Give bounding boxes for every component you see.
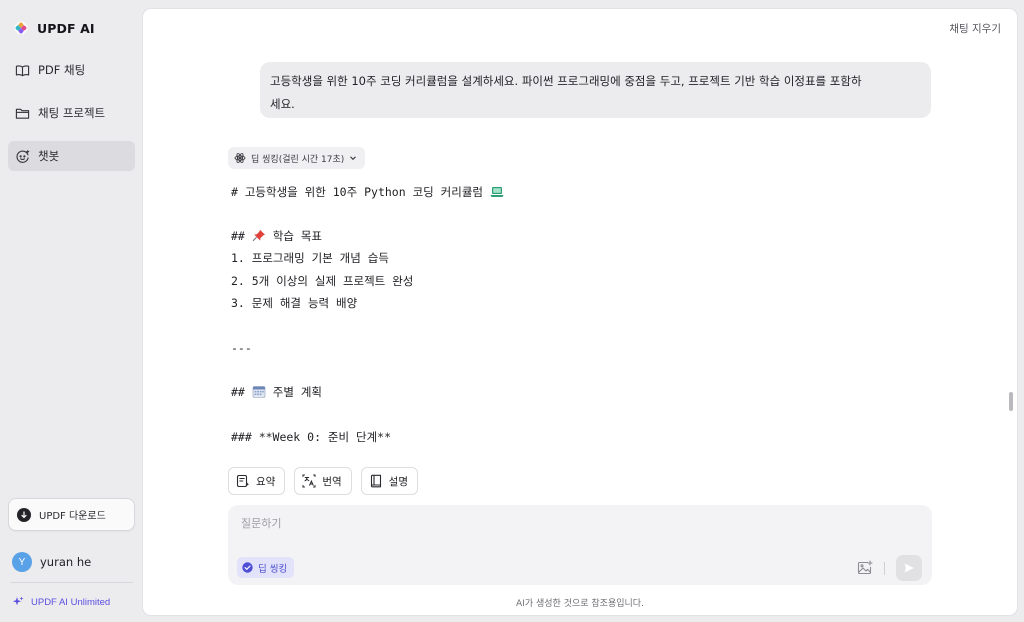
send-button[interactable] [896,555,922,581]
heading-prefix: ## [231,385,245,399]
deep-thinking-toggle-label: 딥 씽킹 [258,563,288,575]
message-composer: 딥 씽킹 [228,505,932,585]
sidebar-item-label: 채팅 프로젝트 [38,106,106,120]
calendar-emoji-icon [252,384,266,404]
divider [10,582,133,583]
scrollbar-thumb[interactable] [1009,392,1013,411]
goal-item: 2. 5개 이상의 실제 프로젝트 완성 [231,274,414,288]
translate-label: 번역 [322,475,342,488]
sidebar-item-chat-project[interactable]: 채팅 프로젝트 [8,98,135,128]
user-message-line: 세요. [270,97,295,111]
chat-panel: 채팅 지우기 고등학생을 위한 10주 코딩 커리큘럼을 설계하세요. 파이썬 … [143,9,1017,615]
brand-name: UPDF AI [37,20,95,36]
goals-heading-line: ## 학습 목표 [231,226,322,246]
sparkle-icon [12,596,24,606]
week0-heading: ### **Week 0: 준비 단계** [231,430,392,444]
download-button[interactable]: UPDF 다운로드 [8,498,135,531]
summarize-label: 요약 [256,475,276,488]
brand[interactable]: UPDF AI [12,18,95,38]
book-open-icon [15,64,30,76]
chatbot-icon [16,149,30,163]
summary-icon [236,474,250,488]
goal-item: 3. 문제 해결 능력 배양 [231,296,358,310]
updf-logo-icon [13,20,29,36]
download-label: UPDF 다운로드 [39,511,106,522]
plan-heading: 주별 계획 [272,385,322,399]
explain-label: 설명 [388,475,408,488]
atom-icon [234,153,246,163]
download-icon [17,507,31,522]
summarize-button[interactable]: 요약 [228,467,286,495]
image-upload-icon[interactable] [857,560,873,576]
send-icon [904,563,914,573]
pushpin-emoji-icon [252,228,266,248]
deep-thinking-chip[interactable]: 딥 씽킹(걸린 시간 17초) [228,147,366,169]
folder-icon [15,108,30,119]
check-circle-icon [242,562,253,573]
user-name: yuran he [40,555,92,569]
avatar: Y [12,552,32,572]
separator: --- [231,341,252,355]
question-input[interactable] [241,513,841,533]
sidebar-item-label: PDF 채팅 [38,63,86,77]
chevron-down-icon [350,156,357,161]
user-message: 고등학생을 위한 10주 코딩 커리큘럼을 설계하세요. 파이썬 프로그래밍에 … [260,62,931,118]
user-profile[interactable]: Y yuran he [12,551,91,573]
laptop-emoji-icon [490,184,504,204]
response-title-line: # 고등학생을 위한 10주 Python 코딩 커리큘럼 [231,182,504,202]
goal-item: 1. 프로그래밍 기본 개념 습득 [231,251,389,265]
sidebar: UPDF AI PDF 채팅 채팅 프로젝트 챗봇 UPDF 다운로드 Y yu… [0,0,143,622]
sidebar-item-pdf-chat[interactable]: PDF 채팅 [8,55,135,85]
plan-label: UPDF AI Unlimited [31,596,111,608]
deep-thinking-toggle[interactable]: 딥 씽킹 [237,557,295,578]
goals-heading: 학습 목표 [272,229,322,243]
clear-chat-button[interactable]: 채팅 지우기 [949,21,1001,36]
plan-upgrade[interactable]: UPDF AI Unlimited [12,594,110,610]
heading-prefix: ## [231,229,245,243]
translate-icon [302,474,316,488]
sidebar-item-label: 챗봇 [38,149,60,163]
composer-divider [884,562,885,575]
explain-button[interactable]: 설명 [360,467,418,495]
plan-heading-line: ## 주별 계획 [231,382,322,402]
response-title: # 고등학생을 위한 10주 Python 코딩 커리큘럼 [231,185,483,199]
disclaimer: AI가 생성한 것으로 참조용입니다. [516,599,644,609]
user-message-line: 고등학생을 위한 10주 코딩 커리큘럼을 설계하세요. 파이썬 프로그래밍에 … [270,74,862,88]
sidebar-item-chatbot[interactable]: 챗봇 [8,141,135,171]
translate-button[interactable]: 번역 [294,467,352,495]
book-icon [370,474,381,488]
deep-thinking-label: 딥 씽킹(걸린 시간 17초) [251,154,345,165]
response-actions: 요약 번역 설명 [228,467,418,495]
